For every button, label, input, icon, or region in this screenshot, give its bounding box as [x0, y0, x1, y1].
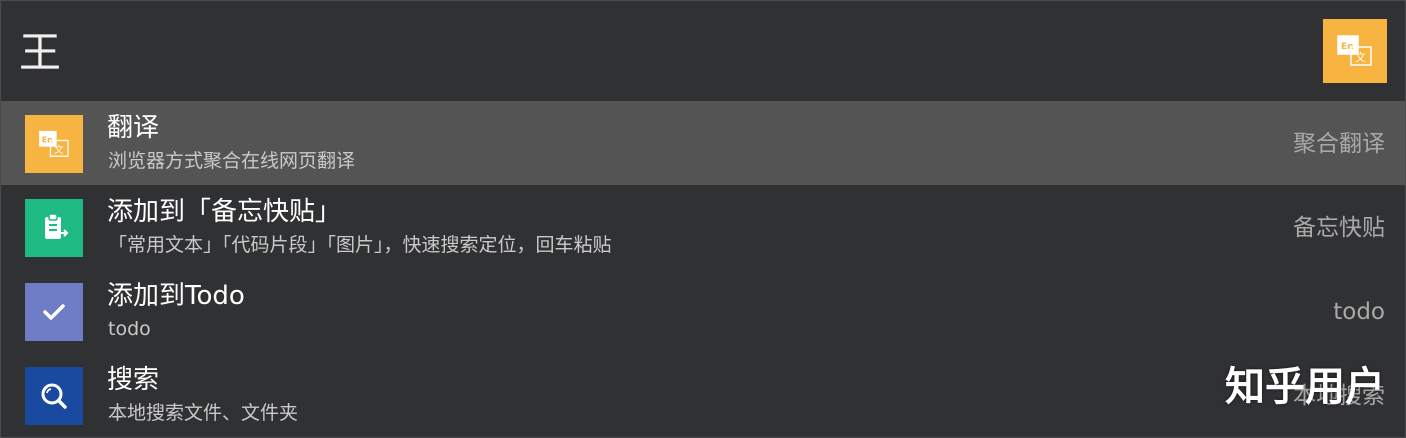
translate-icon: En 文: [1337, 35, 1372, 66]
translate-plugin-icon[interactable]: En 文: [1323, 19, 1387, 83]
result-tag: todo: [1333, 299, 1385, 325]
search-input[interactable]: [19, 25, 1299, 81]
clipboard-icon: [25, 199, 83, 257]
svg-text:文: 文: [1355, 50, 1366, 64]
translate-icon: En 文: [25, 115, 83, 173]
result-title: 添加到「备忘快贴」: [107, 197, 342, 227]
launcher-window: En 文 En 文 翻译 浏览器方式聚合在线网页翻译 聚合翻译: [0, 0, 1406, 438]
result-item-todo[interactable]: 添加到Todo todo todo: [1, 269, 1405, 353]
search-icon: [25, 367, 83, 425]
result-subtitle: 本地搜索文件、文件夹: [108, 402, 299, 424]
results-list: En 文 翻译 浏览器方式聚合在线网页翻译 聚合翻译 添加到「备忘快贴」 「常用…: [1, 101, 1405, 437]
result-title: 翻译: [107, 113, 160, 143]
svg-text:文: 文: [54, 144, 64, 156]
checkmark-icon: [25, 283, 83, 341]
result-item-clipboard[interactable]: 添加到「备忘快贴」 「常用文本」「代码片段」「图片」，快速搜索定位，回车粘贴 备…: [1, 185, 1405, 269]
result-title: 添加到Todo: [107, 281, 245, 311]
result-item-search[interactable]: 搜索 本地搜索文件、文件夹 本地搜索: [1, 353, 1405, 437]
result-subtitle: 「常用文本」「代码片段」「图片」，快速搜索定位，回车粘贴: [108, 234, 612, 256]
result-subtitle: todo: [108, 318, 151, 340]
result-subtitle: 浏览器方式聚合在线网页翻译: [108, 150, 356, 172]
search-bar: En 文: [1, 1, 1405, 101]
watermark: 知乎用户: [1225, 364, 1385, 410]
result-tag: 聚合翻译: [1293, 131, 1385, 157]
result-item-translate[interactable]: En 文 翻译 浏览器方式聚合在线网页翻译 聚合翻译: [1, 101, 1405, 185]
result-tag: 备忘快贴: [1293, 215, 1385, 241]
result-title: 搜索: [107, 365, 160, 395]
